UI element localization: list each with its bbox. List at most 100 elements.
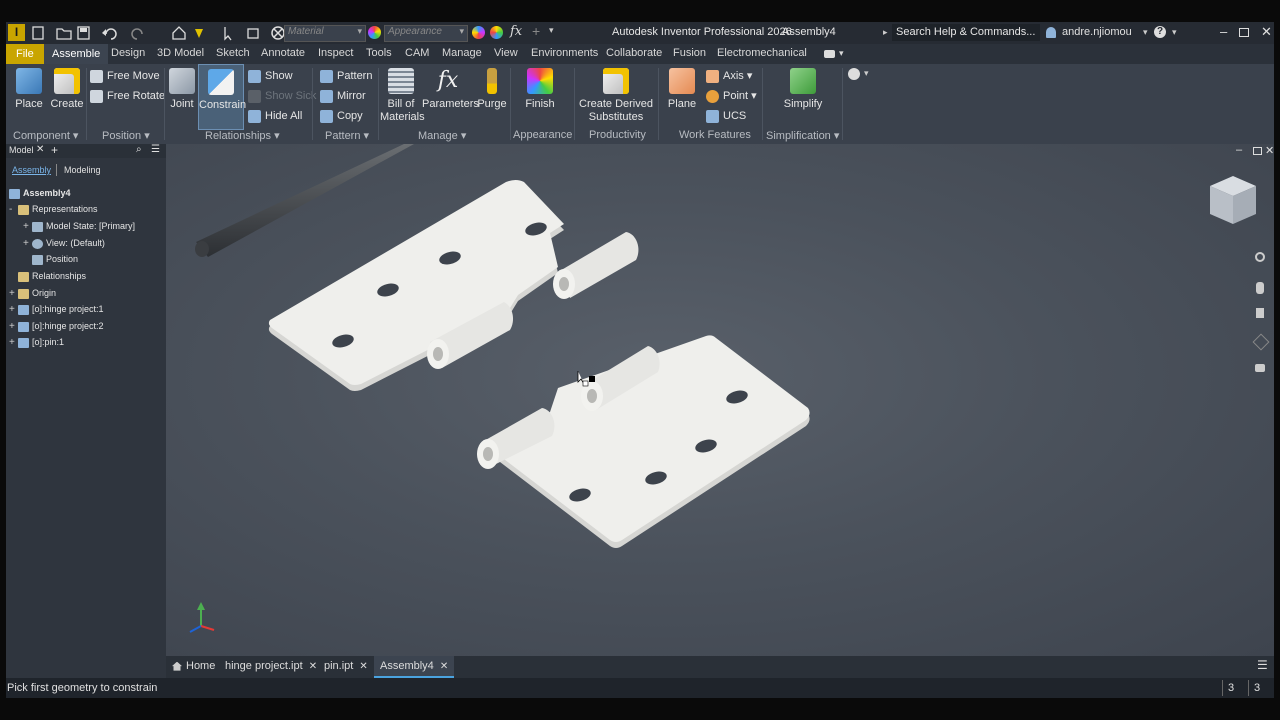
panel-label-pattern[interactable]: Pattern ▾ <box>325 129 369 142</box>
orbit-icon[interactable] <box>1252 333 1270 351</box>
ucs-button[interactable]: UCS <box>706 108 746 124</box>
ribbon-options-dropdown-icon[interactable]: ▾ <box>864 68 869 79</box>
look-at-icon[interactable] <box>1255 364 1265 372</box>
tab-cam[interactable]: CAM <box>405 47 429 59</box>
point-button[interactable]: Point ▾ <box>706 88 757 104</box>
material-dropdown[interactable]: Material ▾ <box>284 25 366 42</box>
panel-label-manage[interactable]: Manage ▾ <box>418 129 466 142</box>
add-icon[interactable]: + <box>532 23 540 39</box>
close-icon[interactable]: ✕ <box>1261 24 1272 40</box>
simplify-button[interactable]: Simplify <box>778 68 828 111</box>
tree-item-position[interactable]: Position <box>23 252 78 266</box>
panel-label-relationships[interactable]: Relationships ▾ <box>205 129 280 142</box>
appearance-dropdown[interactable]: Appearance ▾ <box>384 25 468 42</box>
tree-item-assembly4[interactable]: Assembly4 <box>9 186 71 200</box>
finish-button[interactable]: Finish <box>518 68 562 111</box>
help-dropdown-icon[interactable]: ▾ <box>1172 27 1177 38</box>
tab-tools[interactable]: Tools <box>366 47 392 59</box>
pan-hand-icon[interactable] <box>1256 282 1264 294</box>
video-icon[interactable] <box>824 50 835 58</box>
tab-collaborate[interactable]: Collaborate <box>606 47 662 59</box>
tab-design[interactable]: Design <box>111 47 145 59</box>
tab-assemble[interactable]: Assemble <box>44 44 109 64</box>
panel-label-simplification[interactable]: Simplification ▾ <box>766 129 839 142</box>
browser-tab-model[interactable]: Model <box>9 145 34 155</box>
pattern-button[interactable]: Pattern <box>320 68 372 84</box>
show-button[interactable]: Show <box>248 68 293 84</box>
doc-tab-close-icon[interactable]: ✕ <box>440 661 448 672</box>
browser-search-icon[interactable]: ⌕ <box>136 144 142 155</box>
select-icon[interactable] <box>224 27 232 41</box>
axis-button[interactable]: Axis ▾ <box>706 68 752 84</box>
appearance-color-icon[interactable] <box>368 26 381 39</box>
pin-part[interactable] <box>195 144 414 257</box>
open-folder-icon[interactable] <box>56 28 72 40</box>
help-icon[interactable]: ? <box>1154 26 1166 38</box>
create-button[interactable]: Create <box>50 68 84 111</box>
tab-inspect[interactable]: Inspect <box>318 47 353 59</box>
subtab-modeling[interactable]: Modeling <box>64 165 101 175</box>
free-rotate-button[interactable]: Free Rotate <box>90 88 165 104</box>
doc-tab-hinge-project[interactable]: hinge project.ipt ✕ <box>225 660 317 672</box>
viewport-restore-icon[interactable] <box>1253 147 1262 155</box>
mirror-button[interactable]: Mirror <box>320 88 366 104</box>
update-icon[interactable] <box>195 29 203 38</box>
tree-item-hinge-project-1[interactable]: + [o]:hinge project:1 <box>9 302 104 316</box>
view-cube-icon[interactable] <box>1206 174 1260 228</box>
tree-item-relationships[interactable]: Relationships <box>9 269 86 283</box>
tab-sketch[interactable]: Sketch <box>216 47 250 59</box>
zoom-icon[interactable] <box>1256 308 1264 318</box>
bill-of-materials-button[interactable]: Bill of Materials <box>380 68 425 124</box>
viewport-minimize-icon[interactable]: – <box>1236 144 1242 156</box>
panel-label-position[interactable]: Position ▾ <box>102 129 150 142</box>
tree-item-pin-1[interactable]: + [o]:pin:1 <box>9 335 64 349</box>
panel-label-component[interactable]: Component ▾ <box>13 129 78 142</box>
minimize-icon[interactable]: – <box>1220 24 1227 39</box>
parameters-button[interactable]: fx Parameters <box>422 68 479 111</box>
tab-manage[interactable]: Manage <box>442 47 482 59</box>
doc-tab-assembly4[interactable]: Assembly4 ✕ <box>374 656 455 678</box>
browser-close-icon[interactable]: ✕ <box>36 144 44 155</box>
tab-view[interactable]: View <box>494 47 518 59</box>
tree-item-origin[interactable]: + Origin <box>9 286 56 300</box>
clear-override-icon[interactable] <box>490 26 503 39</box>
user-name[interactable]: andre.njiomou <box>1062 26 1132 38</box>
redo-icon[interactable] <box>131 28 143 40</box>
new-file-icon[interactable] <box>32 26 44 40</box>
copy-button[interactable]: Copy <box>320 108 363 124</box>
browser-add-icon[interactable]: + <box>51 143 58 157</box>
restore-icon[interactable] <box>1239 28 1249 37</box>
tab-annotate[interactable]: Annotate <box>261 47 305 59</box>
tab-3d-model[interactable]: 3D Model <box>157 47 204 59</box>
tab-file[interactable]: File <box>6 44 44 64</box>
search-expand-icon[interactable]: ▸ <box>883 27 888 38</box>
fx-parameters-icon[interactable]: fx <box>510 24 522 39</box>
clear-appearance-icon[interactable] <box>271 26 285 40</box>
user-dropdown-icon[interactable]: ▾ <box>1143 27 1148 38</box>
plane-button[interactable]: Plane <box>664 68 700 111</box>
free-move-button[interactable]: Free Move <box>90 68 160 84</box>
hinge-leaf-lower[interactable] <box>477 335 810 548</box>
customize-qat-icon[interactable]: ▾ <box>549 25 554 36</box>
hinge-leaf-upper[interactable] <box>268 180 639 391</box>
tree-item-representations[interactable]: - Representations <box>9 202 98 216</box>
tab-fusion[interactable]: Fusion <box>673 47 706 59</box>
browser-menu-icon[interactable]: ☰ <box>151 144 160 155</box>
subtab-assembly[interactable]: Assembly <box>12 165 51 175</box>
search-input[interactable]: Search Help & Commands... <box>892 24 1040 41</box>
adjust-appearance-icon[interactable] <box>472 26 485 39</box>
steering-wheel-icon[interactable] <box>1255 252 1265 262</box>
doc-tab-pin[interactable]: pin.ipt ✕ <box>324 660 368 672</box>
tab-environments[interactable]: Environments <box>531 47 598 59</box>
home-icon[interactable] <box>172 26 186 40</box>
doc-tab-home[interactable]: Home <box>172 660 215 672</box>
graphics-viewport[interactable]: – ✕ <box>166 144 1274 656</box>
tabs-dropdown-icon[interactable]: ▾ <box>839 48 844 59</box>
save-icon[interactable] <box>77 26 90 40</box>
tab-electromechanical[interactable]: Electromechanical <box>717 47 807 59</box>
measure-icon[interactable] <box>247 28 259 39</box>
doc-tab-close-icon[interactable]: ✕ <box>359 661 367 672</box>
purge-button[interactable]: Purge <box>476 68 508 111</box>
doc-tabs-menu-icon[interactable]: ☰ <box>1257 658 1268 672</box>
place-button[interactable]: Place <box>12 68 46 111</box>
